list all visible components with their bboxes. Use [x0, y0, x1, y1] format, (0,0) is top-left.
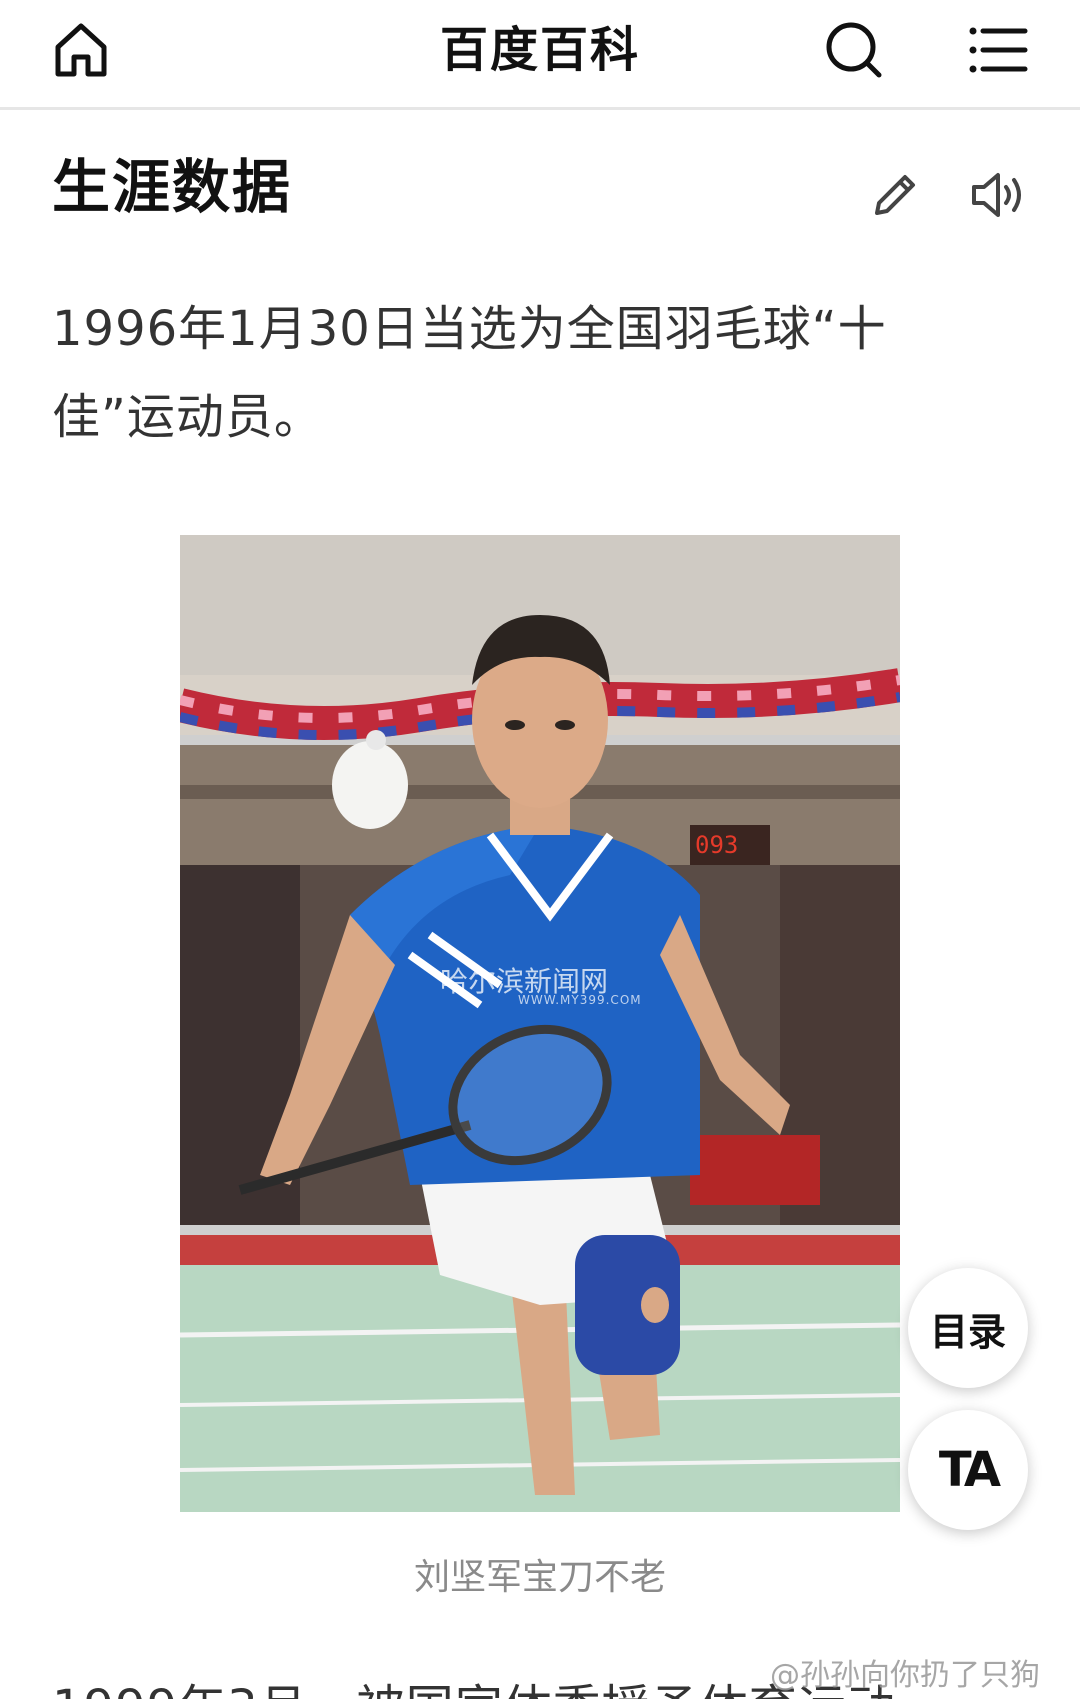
- table-of-contents-button[interactable]: 目录: [908, 1268, 1028, 1388]
- section-header: 生涯数据: [52, 140, 1032, 221]
- menu-button[interactable]: [962, 14, 1034, 86]
- svg-text:093: 093: [695, 831, 738, 859]
- font-size-button[interactable]: TA: [908, 1410, 1028, 1530]
- edit-button[interactable]: [860, 160, 930, 230]
- search-button[interactable]: [818, 14, 890, 86]
- edit-icon: [875, 175, 915, 215]
- career-paragraph: 1996年1月30日当选为全国羽毛球“十佳”运动员。: [52, 301, 887, 445]
- read-aloud-button[interactable]: [964, 160, 1034, 230]
- photo-caption: 刘坚军宝刀不老: [413, 1557, 666, 1598]
- photo-watermark-url: WWW.MY399.COM: [518, 993, 642, 1007]
- source-watermark: @孙孙向你扔了只狗: [770, 1658, 1040, 1693]
- search-icon: [826, 22, 882, 78]
- player-photo[interactable]: 093 哈尔滨新闻网 WWW.MY399.COM: [180, 535, 900, 1512]
- app-title: 百度百科: [439, 22, 640, 78]
- shuttlecock: [332, 730, 408, 829]
- top-navigation-bar: 百度百科: [0, 0, 1080, 110]
- menu-icon: [969, 27, 1028, 73]
- speaker-icon: [972, 173, 1021, 217]
- badminton-player-image: 093: [180, 535, 900, 1512]
